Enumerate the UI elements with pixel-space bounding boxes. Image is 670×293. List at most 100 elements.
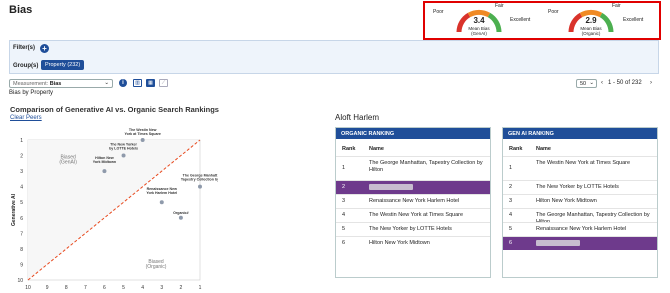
data-point xyxy=(140,138,145,142)
rank-cell: 6 xyxy=(509,240,513,246)
table-row[interactable]: 1 The Westin New York at Times Square xyxy=(503,156,657,180)
redacted-name xyxy=(369,184,413,190)
filter-label: Filter(s) xyxy=(13,45,36,51)
gauge-fair-label: Fair xyxy=(495,3,504,9)
gauge-poor-label: Poor xyxy=(548,9,559,15)
y-tick-label: 4 xyxy=(20,185,23,191)
name-cell: Hilton New York Midtown xyxy=(536,198,597,204)
page-size-value: 50 xyxy=(580,81,587,87)
pagination-text: 1 - 50 of 232 xyxy=(608,80,642,86)
table-row[interactable]: 6 xyxy=(503,236,657,250)
y-tick-label: 5 xyxy=(20,200,23,206)
name-cell: The Westin New York at Times Square xyxy=(369,212,464,218)
table-row[interactable]: 1 The George Manhattan, Tapestry Collecti… xyxy=(336,156,490,180)
filter-panel: Filter(s) + Group(s) Property (232) xyxy=(9,40,659,74)
y-tick-label: 9 xyxy=(20,262,23,268)
organic-ranking-panel: ORGANIC RANKING Rank Name 1 The George Ma… xyxy=(335,127,491,278)
bar-chart-view-icon[interactable]: ▥ xyxy=(133,79,142,87)
table-row[interactable]: 3 Hilton New York Midtown xyxy=(503,194,657,208)
x-tick-label: 9 xyxy=(46,285,49,291)
point-label: The New Yorker by LOTTE Hotels xyxy=(109,143,138,151)
table-row[interactable]: 5 Renaissance New York Harlem Hotel xyxy=(503,222,657,236)
y-axis-label: Generative AI xyxy=(11,193,17,226)
table-row[interactable]: 4 The George Manhattan, Tapestry Collecti… xyxy=(503,208,657,225)
gauge-fair-label: Fair xyxy=(612,3,621,9)
rank-cell: 6 xyxy=(342,240,346,246)
x-tick-label: 5 xyxy=(122,285,125,291)
rank-cell: 2 xyxy=(509,184,513,190)
rank-cell: 4 xyxy=(342,212,346,218)
rank-cell: 3 xyxy=(342,198,346,204)
rank-cell: 5 xyxy=(509,226,513,232)
organic-ranking-title: ORGANIC RANKING xyxy=(336,128,490,139)
name-cell: Hilton New York Midtown xyxy=(369,240,430,246)
point-label: The George Manhatt Tapestry Collection by xyxy=(181,174,218,182)
x-tick-label: 1 xyxy=(199,285,202,291)
bias-gauges-panel: Poor Fair Excellent 3.4 Mean Bias (GenAI… xyxy=(423,1,661,40)
rank-cell: 5 xyxy=(342,226,346,232)
genai-rank-header: Rank xyxy=(509,146,523,152)
rank-cell: 1 xyxy=(509,165,513,171)
point-label: Renaissance New York Harlem Hotel xyxy=(146,187,177,195)
x-tick-label: 4 xyxy=(141,285,144,291)
name-cell xyxy=(536,240,653,249)
organic-mean-bias-caption: Mean Bias (Organic) xyxy=(580,26,602,36)
gauge-poor-label: Poor xyxy=(433,9,444,15)
y-tick-label: 7 xyxy=(20,231,23,237)
table-view-icon[interactable]: ▦ xyxy=(146,79,155,87)
organic-name-header: Name xyxy=(369,146,384,152)
organic-mean-bias-value: 2.9 xyxy=(585,16,597,25)
rank-cell: 3 xyxy=(509,198,513,204)
name-cell: The Westin New York at Times Square xyxy=(536,160,631,166)
rank-cell: 2 xyxy=(342,184,346,190)
measurement-value: Bias xyxy=(49,81,62,87)
rank-cell: 4 xyxy=(509,212,513,218)
annotation-label: Biased (Organic) xyxy=(146,259,167,270)
table-row[interactable]: 6 Hilton New York Midtown xyxy=(336,236,490,250)
table-row[interactable]: 2 The New Yorker by LOTTE Hotels xyxy=(503,180,657,194)
scatter-chart: 10 9 8 7 6 5 4 3 2 1 1 2 3 4 5 6 7 8 9 10 Generative AI Organ… xyxy=(11,128,218,291)
clear-peers-link[interactable]: Clear Peers xyxy=(10,115,42,121)
x-tick-label: 10 xyxy=(25,285,31,291)
chart-title: Comparison of Generative AI vs. Organic … xyxy=(10,105,219,114)
chevron-down-icon: ⌄ xyxy=(589,80,594,86)
point-label: The Westin New York at Times Square xyxy=(124,128,160,136)
selected-property-name: Aloft Harlem xyxy=(335,113,380,122)
data-point xyxy=(159,200,164,205)
x-tick-label: 6 xyxy=(103,285,106,291)
table-row[interactable]: 3 Renaissance New York Harlem Hotel xyxy=(336,194,490,208)
data-point xyxy=(198,184,202,189)
organic-rank-header: Rank xyxy=(342,146,356,152)
table-row[interactable]: 4 The Westin New York at Times Square xyxy=(336,208,490,222)
y-tick-label: 8 xyxy=(20,247,23,253)
measurement-label: Measurement: xyxy=(13,81,49,87)
gauge-excellent-label: Excellent xyxy=(623,17,644,23)
table-row[interactable]: 2 xyxy=(336,180,490,194)
group-label: Group(s) xyxy=(13,63,39,69)
chevron-down-icon: ⌄ xyxy=(104,80,109,86)
genai-mean-bias-value: 3.4 xyxy=(473,16,485,25)
next-page-icon[interactable]: › xyxy=(650,80,652,86)
point-label: Hilton New York Midtown xyxy=(93,156,116,164)
name-cell xyxy=(369,184,486,193)
x-tick-label: 7 xyxy=(84,285,87,291)
data-point xyxy=(102,169,107,174)
prev-page-icon[interactable]: ‹ xyxy=(601,80,603,86)
page-size-select[interactable]: 50 ⌄ xyxy=(576,79,597,88)
name-cell: The New Yorker by LOTTE Hotels xyxy=(536,184,619,190)
y-tick-label: 10 xyxy=(17,278,23,284)
rank-cell: 1 xyxy=(342,165,346,171)
measurement-select[interactable]: Measurement: Bias ⌄ xyxy=(9,79,113,88)
y-tick-label: 1 xyxy=(20,138,23,144)
y-tick-label: 2 xyxy=(20,154,23,160)
page-title: Bias xyxy=(9,4,33,16)
name-cell: The George Manhattan, Tapestry Collectio… xyxy=(369,160,483,173)
y-tick-label: 6 xyxy=(20,216,23,222)
genai-ranking-title: GEN AI RANKING xyxy=(503,128,657,139)
add-filter-button[interactable]: + xyxy=(40,44,49,53)
redacted-name xyxy=(536,240,580,246)
property-group-button[interactable]: Property (232) xyxy=(41,60,85,70)
line-chart-view-icon[interactable]: ⟋ xyxy=(159,79,168,87)
table-row[interactable]: 5 The New Yorker by LOTTE Hotels xyxy=(336,222,490,236)
info-icon[interactable]: i xyxy=(119,79,127,87)
